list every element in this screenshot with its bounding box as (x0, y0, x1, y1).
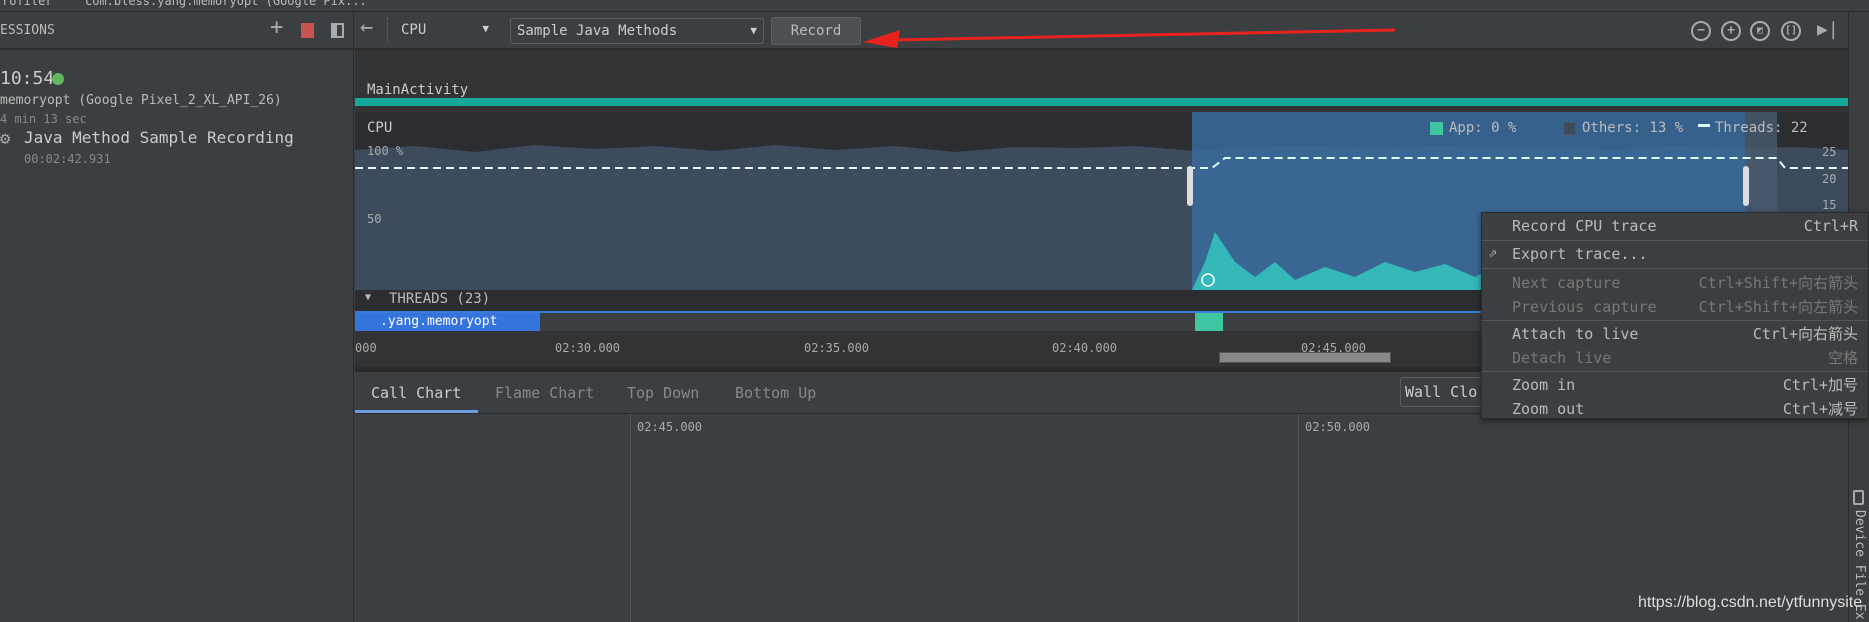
timeline-scrollbar[interactable] (1219, 352, 1391, 363)
selection-handle-right (1743, 166, 1749, 206)
grid-line (630, 414, 631, 622)
recording-time: 00:02:42.931 (24, 152, 111, 166)
thread-name: .yang.memoryopt (355, 313, 540, 331)
others-legend: Others: 13 % (1582, 120, 1684, 136)
menu-item-attach-to-live[interactable]: Attach to live Ctrl+向右箭头 (1512, 321, 1858, 347)
session-device: memoryopt (Google Pixel_2_XL_API_26) (0, 93, 282, 108)
time-tick: 02:40.000 (1052, 341, 1118, 355)
watermark: https://blog.csdn.net/ytfunnysite (1638, 594, 1863, 611)
tab-call-chart[interactable]: Call Chart (371, 384, 461, 402)
app-legend: App: 0 % (1449, 120, 1517, 136)
menu-shortcut: Ctrl+加号 (1782, 376, 1858, 394)
device-icon (1853, 490, 1864, 505)
call-chart-time: 02:50.000 (1305, 420, 1371, 434)
profiler-toolbar: ← CPU ▼ Sample Java Methods ▼ Record − +… (355, 12, 1848, 50)
menu-item-export-trace[interactable]: Export trace... (1512, 241, 1858, 267)
tab-flame-chart[interactable]: Flame Chart (495, 384, 594, 402)
divider (387, 18, 388, 44)
selection-handle-left (1187, 166, 1193, 206)
time-tick: 000 (355, 341, 377, 355)
menu-label: Export trace... (1512, 245, 1648, 263)
menu-shortcut: 空格 (1827, 349, 1858, 367)
live-status-dot (52, 73, 64, 85)
y-tick-100: 100 % (367, 144, 404, 158)
call-chart-area[interactable]: 02:45.000 02:50.000 (355, 414, 1848, 622)
menu-label: Attach to live (1512, 325, 1639, 343)
tab-top-down[interactable]: Top Down (627, 384, 699, 402)
stop-icon[interactable] (301, 23, 314, 38)
cpu-chip-icon: ⚙ (0, 129, 11, 149)
session-time: 10:54 (0, 68, 55, 89)
menu-label: Zoom in (1512, 376, 1576, 394)
panel-icon[interactable] (331, 23, 344, 38)
menu-item-detach-live[interactable]: Detach live 空格 (1512, 345, 1858, 371)
sessions-title: ESSIONS (0, 23, 55, 38)
chevron-down-icon: ▼ (482, 22, 489, 35)
profiler-select[interactable]: CPU ▼ (395, 18, 495, 44)
tab-profiler[interactable]: rofiler (2, 0, 53, 8)
collapse-triangle-icon[interactable]: ▼ (365, 292, 371, 303)
menu-shortcut: Ctrl+Shift+向右箭头 (1698, 274, 1858, 292)
app-legend-swatch (1430, 122, 1443, 135)
menu-separator (1482, 268, 1868, 269)
tab-session[interactable]: com.bless.yang.memoryopt (Google Pix... (85, 0, 367, 8)
menu-item-previous-capture[interactable]: Previous capture Ctrl+Shift+向左箭头 (1512, 294, 1858, 320)
menu-shortcut: Ctrl+Shift+向左箭头 (1698, 298, 1858, 316)
threads-title: THREADS (23) (389, 291, 491, 307)
chevron-down-icon: ▼ (750, 24, 757, 37)
y-tick-right: 15 (1822, 198, 1837, 212)
menu-item-record-cpu-trace[interactable]: Record CPU trace Ctrl+R (1512, 213, 1858, 239)
reset-zoom-icon[interactable]: ◩ (1750, 21, 1770, 41)
others-legend-swatch (1563, 122, 1576, 135)
call-chart-time: 02:45.000 (637, 420, 703, 434)
export-icon: ⇗ (1488, 243, 1498, 261)
time-tick: 02:30.000 (555, 341, 621, 355)
menu-shortcut: Ctrl+R (1803, 217, 1858, 235)
record-button[interactable]: Record (771, 17, 861, 45)
cpu-label: CPU (367, 120, 393, 136)
menu-item-zoom-out[interactable]: Zoom out Ctrl+减号 (1512, 396, 1858, 422)
recording-title: Java Method Sample Recording (24, 128, 294, 147)
go-live-icon[interactable]: ▶| (1817, 19, 1839, 40)
menu-label: Zoom out (1512, 400, 1585, 418)
y-tick-right: 20 (1822, 172, 1837, 186)
profiler-select-value: CPU (401, 22, 427, 38)
zoom-in-icon[interactable]: + (1721, 21, 1741, 41)
menu-label: Detach live (1512, 349, 1612, 367)
zoom-out-icon[interactable]: − (1691, 21, 1711, 41)
threads-legend: Threads: 22 (1715, 120, 1808, 136)
menu-label: Previous capture (1512, 298, 1657, 316)
plus-icon[interactable]: + (270, 15, 283, 40)
y-tick-right: 25 (1822, 145, 1837, 159)
menu-label: Record CPU trace (1512, 217, 1657, 235)
config-select-value: Sample Java Methods (517, 23, 678, 39)
sessions-sidebar: ESSIONS + 10:54 memoryopt (Google Pixel_… (0, 12, 354, 622)
active-tab-indicator (355, 410, 478, 413)
session-duration: 4 min 13 sec (0, 112, 87, 126)
context-menu: Record CPU trace Ctrl+R ⇗ Export trace...… (1481, 212, 1869, 419)
tab-bottom-up[interactable]: Bottom Up (735, 384, 816, 402)
menu-shortcut: Ctrl+减号 (1782, 400, 1858, 418)
clock-type-select[interactable]: Wall Clo (1400, 377, 1490, 407)
y-tick-50: 50 (367, 212, 382, 226)
recording-item[interactable]: ⚙ Java Method Sample Recording 00:02:42.… (0, 126, 354, 172)
zoom-to-selection-icon[interactable]: [] (1781, 21, 1801, 41)
threads-legend-swatch (1698, 124, 1710, 128)
editor-tab-bar: rofiler com.bless.yang.memoryopt (Google… (0, 0, 1869, 12)
menu-item-zoom-in[interactable]: Zoom in Ctrl+加号 (1512, 372, 1858, 398)
activity-label: MainActivity (367, 82, 469, 98)
arrow-left-icon[interactable]: ← (360, 15, 373, 40)
red-arrow-annotation (863, 28, 1396, 48)
grid-line (1298, 414, 1299, 622)
thread-activity-segment (1195, 313, 1223, 331)
sessions-header: ESSIONS + (0, 12, 354, 50)
activity-bar[interactable] (355, 98, 1848, 106)
menu-item-next-capture[interactable]: Next capture Ctrl+Shift+向右箭头 (1512, 270, 1858, 296)
menu-label: Next capture (1512, 274, 1621, 292)
time-tick: 02:35.000 (804, 341, 870, 355)
menu-shortcut: Ctrl+向右箭头 (1752, 325, 1858, 343)
config-select[interactable]: Sample Java Methods ▼ (510, 18, 764, 44)
